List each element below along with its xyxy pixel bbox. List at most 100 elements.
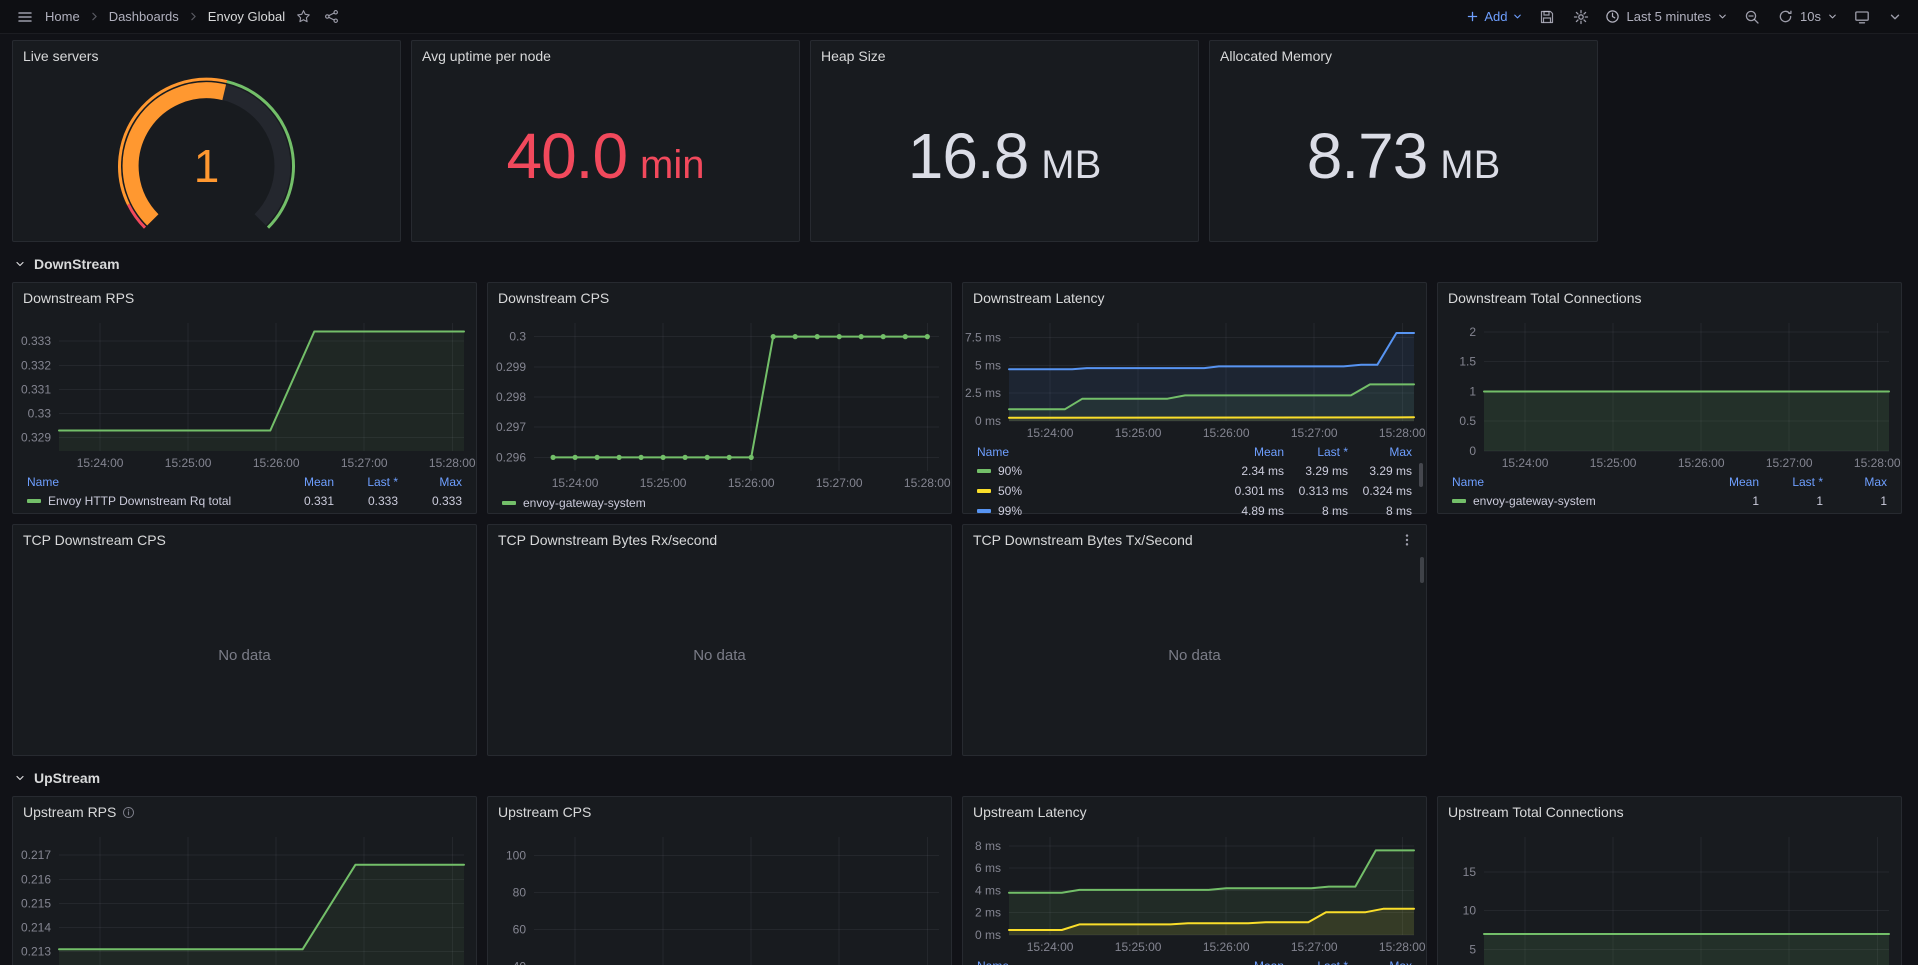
panel-header[interactable]: TCP Downstream Bytes Rx/second (488, 525, 951, 555)
legend-col[interactable]: Mean (1220, 445, 1284, 459)
legend-col[interactable]: Last * (1284, 445, 1348, 459)
series-swatch (977, 469, 991, 473)
panel-upstream-total-connections: Upstream Total Connections 5101515:24:00… (1437, 796, 1902, 965)
kiosk-mode-button[interactable] (1852, 7, 1872, 27)
stat-unit: MB (1440, 145, 1500, 185)
panel-header[interactable]: TCP Downstream CPS (13, 525, 476, 555)
legend-row[interactable]: Envoy HTTP Downstream Rq total0.3310.333… (27, 491, 462, 511)
series-swatch (1452, 499, 1466, 503)
refresh-interval-picker[interactable]: 10s (1800, 9, 1838, 24)
panel-header[interactable]: Upstream Total Connections (1438, 797, 1901, 827)
upstream-cps-chart[interactable]: 40608010015:24:0015:25:0015:26:0015:27:0… (488, 827, 951, 965)
legend-row[interactable]: 99%4.89 ms8 ms8 ms (977, 501, 1412, 515)
panel-header[interactable]: Allocated Memory (1210, 41, 1597, 71)
legend-header: NameMeanLast *Max (977, 443, 1412, 461)
panel-header[interactable]: Upstream RPS (13, 797, 476, 827)
panel-header[interactable]: Downstream RPS (13, 283, 476, 313)
legend-item[interactable]: envoy-gateway-system (502, 493, 937, 513)
downstream-rps-chart[interactable]: 0.3290.330.3310.3320.33315:24:0015:25:00… (13, 313, 476, 473)
legend-col-name[interactable]: Name (27, 475, 270, 489)
svg-text:15:27:00: 15:27:00 (1291, 426, 1338, 440)
legend-col[interactable]: Max (1348, 959, 1412, 965)
panel-allocated-memory: Allocated Memory 8.73 MB (1209, 40, 1598, 242)
legend-col[interactable]: Max (398, 475, 462, 489)
svg-text:0: 0 (1469, 444, 1476, 458)
refresh-button[interactable] (1776, 7, 1795, 26)
downstream-latency-chart[interactable]: 0 ms2.5 ms5 ms7.5 ms15:24:0015:25:0015:2… (963, 313, 1426, 443)
panel-header[interactable]: Avg uptime per node (412, 41, 799, 71)
legend-col-name[interactable]: Name (977, 445, 1220, 459)
panel-title: Heap Size (821, 48, 886, 64)
legend-col-name[interactable]: Name (1452, 475, 1695, 489)
panel-header[interactable]: Downstream Total Connections (1438, 283, 1901, 313)
star-icon (296, 9, 311, 24)
downstream-latency-legend: NameMeanLast *Max90%2.34 ms3.29 ms3.29 m… (963, 443, 1426, 515)
upstream-latency-chart[interactable]: 0 ms2 ms4 ms6 ms8 ms15:24:0015:25:0015:2… (963, 827, 1426, 957)
section-row-upstream[interactable]: UpStream (14, 766, 1904, 790)
svg-text:7.5 ms: 7.5 ms (965, 330, 1001, 344)
svg-text:15:24:00: 15:24:00 (1027, 426, 1074, 440)
legend-col[interactable]: Max (1823, 475, 1887, 489)
panel-scrollbar[interactable] (1420, 557, 1424, 583)
downstream-cps-chart[interactable]: 0.2960.2970.2980.2990.315:24:0015:25:001… (488, 313, 951, 493)
legend-col[interactable]: Last * (1759, 475, 1823, 489)
menu-toggle-button[interactable] (14, 6, 36, 28)
svg-text:1.5: 1.5 (1459, 355, 1476, 369)
legend-scrollbar[interactable] (1419, 463, 1423, 487)
svg-text:1: 1 (1469, 384, 1476, 398)
legend-row[interactable]: envoy-gateway-system111 (1452, 491, 1887, 511)
panel-title: Downstream RPS (23, 290, 134, 306)
panel-title: Downstream Total Connections (1448, 290, 1642, 306)
panel-header[interactable]: Downstream CPS (488, 283, 951, 313)
dashboard-settings-button[interactable] (1571, 7, 1591, 27)
legend-col[interactable]: Last * (334, 475, 398, 489)
panel-header[interactable]: Upstream Latency (963, 797, 1426, 827)
svg-text:15:25:00: 15:25:00 (1115, 940, 1162, 954)
svg-text:15:25:00: 15:25:00 (1590, 456, 1637, 470)
legend-col[interactable]: Mean (270, 475, 334, 489)
panel-header[interactable]: Heap Size (811, 41, 1198, 71)
panel-header[interactable]: TCP Downstream Bytes Tx/Second (963, 525, 1426, 555)
series-swatch (502, 501, 516, 505)
downstream-charts-row: Downstream RPS 0.3290.330.3310.3320.3331… (12, 282, 1906, 514)
panel-menu-button[interactable] (1398, 531, 1416, 549)
panel-header[interactable]: Upstream CPS (488, 797, 951, 827)
svg-text:10: 10 (1463, 904, 1477, 918)
legend-col[interactable]: Last * (1284, 959, 1348, 965)
legend-col[interactable]: Max (1348, 445, 1412, 459)
info-icon[interactable] (122, 806, 135, 819)
stat-value: 40.0 (506, 124, 627, 188)
legend-col-name[interactable]: Name (977, 959, 1220, 965)
refresh-interval-label: 10s (1800, 9, 1821, 24)
save-dashboard-button[interactable] (1537, 7, 1557, 27)
favorite-star-button[interactable] (294, 7, 313, 26)
svg-text:0.298: 0.298 (496, 390, 526, 404)
collapse-toolbar-button[interactable] (1886, 8, 1904, 26)
panel-title: Upstream CPS (498, 804, 591, 820)
legend-row[interactable]: 50%0.301 ms0.313 ms0.324 ms (977, 481, 1412, 501)
section-row-downstream[interactable]: DownStream (14, 252, 1904, 276)
panel-title: Upstream Latency (973, 804, 1087, 820)
breadcrumb-home[interactable]: Home (45, 9, 80, 24)
chart-svg: 0.2960.2970.2980.2990.315:24:0015:25:001… (488, 313, 951, 493)
share-button[interactable] (322, 7, 341, 26)
svg-text:15:26:00: 15:26:00 (1678, 456, 1725, 470)
upstream-rps-chart[interactable]: 0.2130.2140.2150.2160.21715:24:0015:25:0… (13, 827, 476, 965)
breadcrumb-dashboards[interactable]: Dashboards (109, 9, 179, 24)
legend-row[interactable]: 90%2.34 ms3.29 ms3.29 ms (977, 461, 1412, 481)
zoom-out-button[interactable] (1742, 7, 1762, 27)
panel-header[interactable]: Live servers (13, 41, 400, 71)
legend-col[interactable]: Mean (1220, 959, 1284, 965)
add-button[interactable]: Add (1466, 9, 1523, 24)
chart-svg: 0.2130.2140.2150.2160.21715:24:0015:25:0… (13, 827, 476, 965)
downstream-total-connections-chart[interactable]: 00.511.5215:24:0015:25:0015:26:0015:27:0… (1438, 313, 1901, 473)
panel-header[interactable]: Downstream Latency (963, 283, 1426, 313)
upstream-total-connections-chart[interactable]: 5101515:24:0015:25:0015:26:0015:27:0015:… (1438, 827, 1901, 965)
legend-col[interactable]: Mean (1695, 475, 1759, 489)
svg-text:15:25:00: 15:25:00 (640, 476, 687, 490)
svg-text:15:26:00: 15:26:00 (728, 476, 775, 490)
svg-text:2: 2 (1469, 325, 1476, 339)
time-range-picker[interactable]: Last 5 minutes (1605, 9, 1728, 24)
panel-live-servers: Live servers 1 (12, 40, 401, 242)
svg-text:0.213: 0.213 (21, 945, 51, 959)
